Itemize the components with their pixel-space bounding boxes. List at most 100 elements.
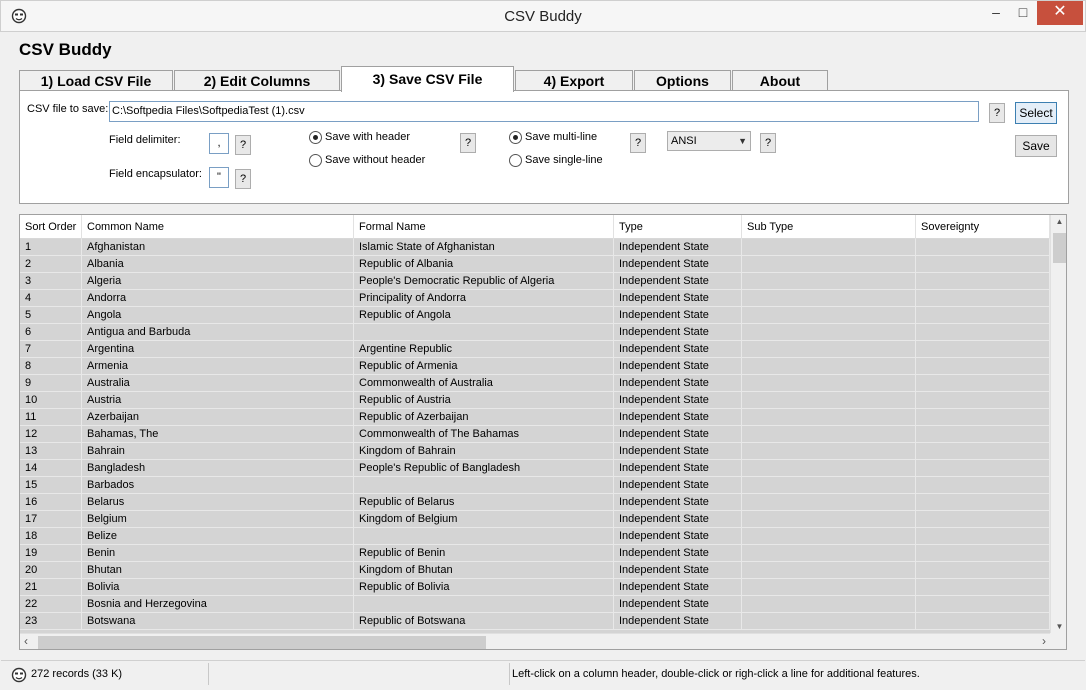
table-row[interactable]: 12 Bahamas, The Commonwealth of The Bahama… — [20, 426, 1050, 443]
table-row[interactable]: 8 Armenia Republic of Armenia Independent S… — [20, 358, 1050, 375]
save-single-line-label: Save single-line — [525, 154, 603, 166]
table-row[interactable]: 5 Angola Republic of Angola Independent Sta… — [20, 307, 1050, 324]
table-row[interactable]: 14 Bangladesh People's Republic of Banglad… — [20, 460, 1050, 477]
table-cell — [916, 426, 1050, 443]
table-cell: Armenia — [82, 358, 354, 375]
column-header-sovereignty[interactable]: Sovereignty — [916, 215, 1050, 239]
table-cell: 13 — [20, 443, 82, 460]
table-row[interactable]: 20 Bhutan Kingdom of Bhutan Independent Sta… — [20, 562, 1050, 579]
table-cell — [742, 256, 916, 273]
tab-export[interactable]: 4) Export — [515, 70, 633, 92]
table-cell: Commonwealth of The Bahamas — [354, 426, 614, 443]
table-cell — [916, 443, 1050, 460]
table-row[interactable]: 19 Benin Republic of Benin Independent Stat… — [20, 545, 1050, 562]
table-cell: Argentina — [82, 341, 354, 358]
table-cell: 22 — [20, 596, 82, 613]
table-cell: Belarus — [82, 494, 354, 511]
maximize-icon[interactable]: □ — [1006, 1, 1040, 25]
table-row[interactable]: 9 Australia Commonwealth of Australia Indep… — [20, 375, 1050, 392]
scroll-down-icon[interactable]: ▼ — [1051, 622, 1066, 631]
table-row[interactable]: 22 Bosnia and Herzegovina Independent Stat… — [20, 596, 1050, 613]
encapsulator-input[interactable]: " — [209, 167, 229, 188]
column-header-sort-order[interactable]: Sort Order — [20, 215, 82, 239]
column-header-sub-type[interactable]: Sub Type — [742, 215, 916, 239]
table-cell: Independent State — [614, 409, 742, 426]
save-options-panel: CSV file to save: C:\Softpedia Files\Sof… — [19, 90, 1069, 204]
file-help-button[interactable]: ? — [989, 103, 1005, 123]
table-row[interactable]: 17 Belgium Kingdom of Belgium Independent S… — [20, 511, 1050, 528]
table-row[interactable]: 21 Bolivia Republic of Bolivia Independent … — [20, 579, 1050, 596]
table-row[interactable]: 23 Botswana Republic of Botswana Independen… — [20, 613, 1050, 630]
horizontal-scroll-thumb[interactable] — [38, 636, 486, 649]
horizontal-scrollbar[interactable]: ‹ › — [20, 633, 1050, 649]
file-path-input[interactable]: C:\Softpedia Files\SoftpediaTest (1).csv — [109, 101, 979, 122]
table-cell: Independent State — [614, 392, 742, 409]
table-row[interactable]: 11 Azerbaijan Republic of Azerbaijan Indepe… — [20, 409, 1050, 426]
app-heading: CSV Buddy — [19, 40, 112, 59]
table-row[interactable]: 13 Bahrain Kingdom of Bahrain Independent S… — [20, 443, 1050, 460]
table-row[interactable]: 4 Andorra Principality of Andorra Independe… — [20, 290, 1050, 307]
encoding-help-button[interactable]: ? — [760, 133, 776, 153]
table-cell: Independent State — [614, 375, 742, 392]
table-row[interactable]: 1 Afghanistan Islamic State of Afghanistan… — [20, 239, 1050, 256]
save-with-header-label: Save with header — [325, 131, 410, 143]
table-row[interactable]: 16 Belarus Republic of Belarus Independent … — [20, 494, 1050, 511]
table-row[interactable]: 10 Austria Republic of Austria Independent … — [20, 392, 1050, 409]
radio-unchecked-icon — [509, 154, 522, 167]
vertical-scroll-thumb[interactable] — [1053, 233, 1066, 263]
scroll-up-icon[interactable]: ▲ — [1051, 217, 1066, 226]
table-cell: Angola — [82, 307, 354, 324]
encoding-select[interactable]: ANSI ▼ — [667, 131, 751, 151]
table-row[interactable]: 18 Belize Independent State — [20, 528, 1050, 545]
table-cell — [742, 511, 916, 528]
select-button[interactable]: Select — [1015, 102, 1057, 124]
encapsulator-help-button[interactable]: ? — [235, 169, 251, 189]
save-with-header-radio[interactable]: Save with header — [309, 131, 410, 145]
table-cell — [354, 477, 614, 494]
save-single-line-radio[interactable]: Save single-line — [509, 154, 603, 168]
tab-options[interactable]: Options — [634, 70, 731, 92]
table-cell: Australia — [82, 375, 354, 392]
table-row[interactable]: 3 Algeria People's Democratic Republic of … — [20, 273, 1050, 290]
table-row[interactable]: 7 Argentina Argentine Republic Independent … — [20, 341, 1050, 358]
table-cell — [742, 460, 916, 477]
save-button[interactable]: Save — [1015, 135, 1057, 157]
data-grid[interactable]: Sort Order Common Name Formal Name Type … — [19, 214, 1067, 650]
status-divider — [509, 663, 510, 685]
column-header-formal-name[interactable]: Formal Name — [354, 215, 614, 239]
table-cell — [742, 392, 916, 409]
grid-header: Sort Order Common Name Formal Name Type … — [20, 215, 1050, 239]
table-cell: 5 — [20, 307, 82, 324]
encapsulator-label: Field encapsulator: — [109, 168, 202, 180]
status-divider — [208, 663, 209, 685]
tab-load-csv[interactable]: 1) Load CSV File — [19, 70, 173, 92]
table-row[interactable]: 15 Barbados Independent State — [20, 477, 1050, 494]
save-without-header-radio[interactable]: Save without header — [309, 154, 425, 168]
column-header-type[interactable]: Type — [614, 215, 742, 239]
close-icon[interactable]: ✕ — [1037, 1, 1083, 25]
table-cell: Independent State — [614, 256, 742, 273]
table-cell: 1 — [20, 239, 82, 256]
header-help-button[interactable]: ? — [460, 133, 476, 153]
table-cell: Andorra — [82, 290, 354, 307]
table-cell: Independent State — [614, 273, 742, 290]
table-cell — [742, 528, 916, 545]
table-cell: Independent State — [614, 596, 742, 613]
delimiter-help-button[interactable]: ? — [235, 135, 251, 155]
line-help-button[interactable]: ? — [630, 133, 646, 153]
tab-about[interactable]: About — [732, 70, 828, 92]
tab-save-csv[interactable]: 3) Save CSV File — [341, 66, 514, 92]
save-multi-line-radio[interactable]: Save multi-line — [509, 131, 597, 145]
vertical-scrollbar[interactable]: ▲ ▼ — [1050, 215, 1066, 633]
tab-edit-columns[interactable]: 2) Edit Columns — [174, 70, 340, 92]
table-cell: Barbados — [82, 477, 354, 494]
table-cell — [916, 477, 1050, 494]
column-header-common-name[interactable]: Common Name — [82, 215, 354, 239]
table-row[interactable]: 6 Antigua and Barbuda Independent State — [20, 324, 1050, 341]
delimiter-input[interactable]: , — [209, 133, 229, 154]
table-cell — [742, 426, 916, 443]
table-row[interactable]: 2 Albania Republic of Albania Independent S… — [20, 256, 1050, 273]
scroll-right-icon[interactable]: › — [1042, 634, 1046, 648]
scroll-left-icon[interactable]: ‹ — [24, 634, 28, 648]
table-cell — [916, 596, 1050, 613]
